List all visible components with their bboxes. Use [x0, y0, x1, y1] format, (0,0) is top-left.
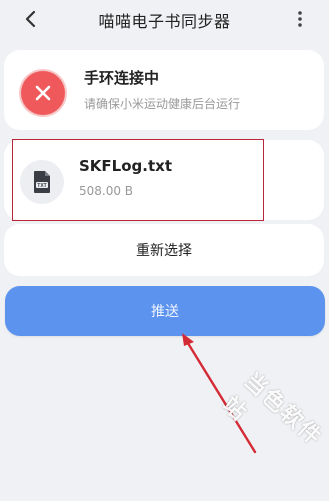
app-header: 喵喵电子书同步器 [0, 0, 329, 38]
page-title: 喵喵电子书同步器 [98, 12, 231, 31]
watermark-text: 当色软件站 [217, 368, 327, 452]
error-x-icon [21, 71, 65, 115]
reselect-button[interactable]: 重新选择 [4, 224, 324, 276]
push-button[interactable]: 推送 [5, 286, 325, 336]
status-title: 手环连接中 [84, 69, 160, 87]
connection-status-card: 手环连接中 请确保小米运动健康后台运行 [4, 50, 324, 130]
highlight-annotation-box [12, 139, 264, 221]
status-subtitle: 请确保小米运动健康后台运行 [84, 97, 241, 111]
more-options-icon[interactable] [295, 9, 305, 29]
